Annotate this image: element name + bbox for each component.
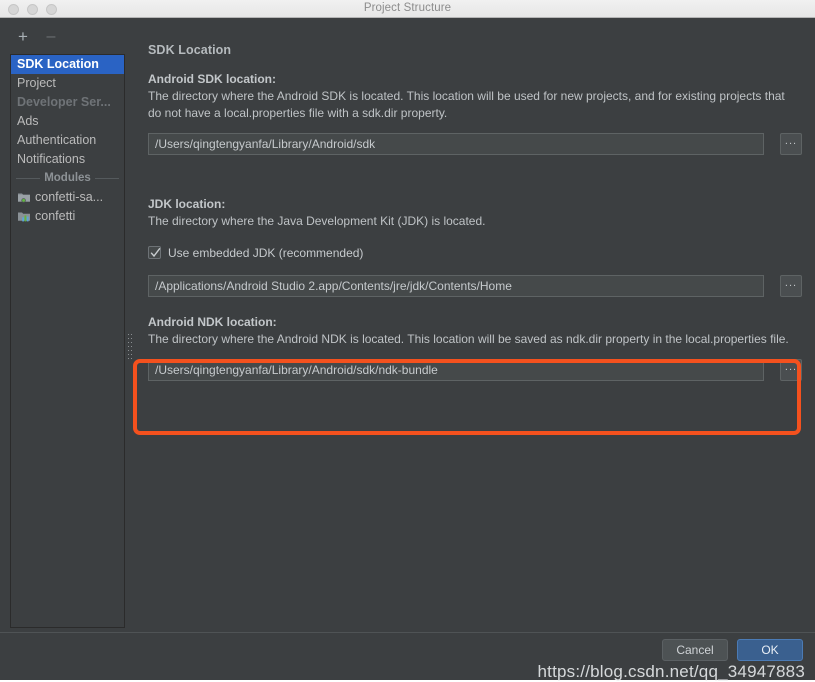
sidebar-item-ads[interactable]: Ads <box>11 112 124 131</box>
section-description: The directory where the Android SDK is l… <box>148 89 785 120</box>
section-heading: Android SDK location: <box>148 72 276 86</box>
jdk-browse-button[interactable]: ... <box>780 274 802 297</box>
use-embedded-jdk-label: Use embedded JDK (recommended) <box>168 245 364 260</box>
sdk-location-panel: SDK Location Android SDK location: The d… <box>135 18 815 630</box>
section-android-ndk-location: Android NDK location: The directory wher… <box>148 315 803 381</box>
group-divider-right <box>94 178 120 179</box>
sidebar-item-confetti[interactable]: confetti <box>11 207 124 226</box>
android-sdk-browse-button[interactable]: ... <box>780 133 802 155</box>
sidebar-item-notifications[interactable]: Notifications <box>11 150 124 169</box>
sidebar-item-developer-services[interactable]: Developer Ser... <box>11 93 124 112</box>
settings-sidebar[interactable]: SDK Location Project Developer Ser... Ad… <box>10 54 125 628</box>
group-divider-left <box>16 178 41 179</box>
add-module-icon[interactable]: + <box>12 26 34 48</box>
ndk-browse-button[interactable]: ... <box>780 358 802 381</box>
page-title: SDK Location <box>148 43 232 57</box>
android-module-icon <box>17 191 31 204</box>
module-label: confetti <box>35 209 76 223</box>
window-titlebar: Project Structure <box>0 0 815 18</box>
panel-splitter[interactable] <box>127 54 135 628</box>
module-label: confetti-sa... <box>35 190 104 204</box>
splitter-grip-icon[interactable] <box>128 334 132 360</box>
jdk-path-row: /Applications/Android Studio 2.app/Conte… <box>148 274 803 297</box>
section-heading: JDK location: <box>148 197 226 211</box>
sidebar-item-confetti-sample[interactable]: confetti-sa... <box>11 188 124 207</box>
project-structure-dialog: Project Structure + – SDK Location Proje… <box>0 0 815 681</box>
dialog-body: + – SDK Location Project Developer Ser..… <box>0 18 815 681</box>
sidebar-item-authentication[interactable]: Authentication <box>11 131 124 150</box>
android-sdk-path-row: /Users/qingtengyanfa/Library/Android/sdk… <box>148 133 803 155</box>
sidebar-item-project[interactable]: Project <box>11 74 124 93</box>
dialog-footer: Cancel OK <box>0 633 815 680</box>
window-title: Project Structure <box>363 2 452 14</box>
android-sdk-path-input[interactable]: /Users/qingtengyanfa/Library/Android/sdk <box>148 133 764 155</box>
section-description: The directory where the Android NDK is l… <box>148 332 789 346</box>
ndk-path-row: /Users/qingtengyanfa/Library/Android/sdk… <box>148 358 803 381</box>
ok-button[interactable]: OK <box>737 639 803 661</box>
sidebar-item-sdk-location[interactable]: SDK Location <box>11 55 124 74</box>
section-jdk-location: JDK location: The directory where the Ja… <box>148 197 803 297</box>
ndk-path-input[interactable]: /Users/qingtengyanfa/Library/Android/sdk… <box>148 358 764 381</box>
group-label: Modules <box>44 172 91 184</box>
use-embedded-jdk-checkbox[interactable] <box>148 246 161 259</box>
section-description: The directory where the Java Development… <box>148 214 486 228</box>
jdk-path-input[interactable]: /Applications/Android Studio 2.app/Conte… <box>148 274 764 297</box>
library-module-icon <box>17 210 31 223</box>
section-android-sdk-location: Android SDK location: The directory wher… <box>148 72 803 155</box>
sidebar-toolbar: + – <box>10 26 124 50</box>
section-heading: Android NDK location: <box>148 315 277 329</box>
use-embedded-jdk-checkbox-row[interactable]: Use embedded JDK (recommended) <box>148 244 803 262</box>
cancel-button[interactable]: Cancel <box>662 639 728 661</box>
remove-module-icon[interactable]: – <box>40 26 62 48</box>
sidebar-group-modules: Modules <box>11 169 124 188</box>
